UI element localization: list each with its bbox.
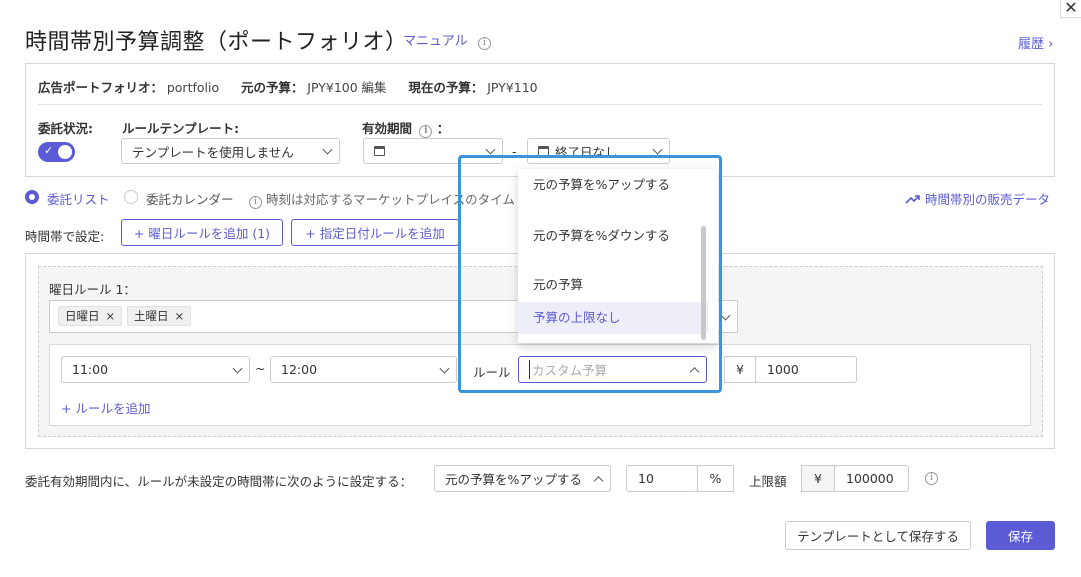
dropdown-option[interactable]: 元の予算 <box>518 276 708 294</box>
end-time-value: 12:00 <box>281 362 318 377</box>
cap-currency-addon: ¥ <box>801 465 835 492</box>
day-chip-label: 土曜日 <box>134 309 169 323</box>
page-title: 時間帯別予算調整（ポートフォリオ） <box>25 30 408 55</box>
list-radio-label[interactable]: 委託リスト <box>47 189 110 208</box>
calendar-icon <box>538 146 549 156</box>
chevron-down-icon <box>232 363 243 374</box>
sales-data-link[interactable]: 時間帯別の販売データ <box>905 189 1050 208</box>
list-radio[interactable] <box>25 190 39 204</box>
template-label: ルールテンプレート: <box>122 121 240 136</box>
info-icon: i <box>925 472 938 485</box>
chevron-up-icon <box>689 366 700 377</box>
start-date-select[interactable] <box>363 138 503 164</box>
template-value: テンプレートを使用しません <box>132 144 294 160</box>
chevron-up-icon <box>593 475 604 486</box>
unset-rule-label: 委託有効期間内に、ルールが未設定の時間帯に次のように設定する： <box>25 474 413 489</box>
trend-icon <box>905 195 920 204</box>
info-icon: i <box>477 37 491 50</box>
calendar-radio-label[interactable]: 委託カレンダー <box>146 189 234 208</box>
delegation-label: 委託状況: <box>38 121 93 136</box>
manual-link[interactable]: マニュアル i <box>403 30 491 50</box>
currency-addon: ¥ <box>724 356 756 383</box>
close-icon[interactable]: ✕ <box>1060 0 1081 18</box>
close-icon[interactable]: × <box>175 309 185 323</box>
rule-type-select[interactable]: カスタム予算 <box>518 356 707 383</box>
info-icon: i <box>419 125 433 138</box>
weekday-rule-title: 曜日ルール 1： <box>49 282 136 297</box>
edit-link[interactable]: 編集 <box>362 80 387 95</box>
amount-input[interactable]: 1000 <box>755 356 857 383</box>
day-chip: 土曜日 × <box>127 306 192 326</box>
portfolio-link[interactable]: portfolio <box>167 80 219 95</box>
cap-input[interactable]: 100000 <box>834 465 909 492</box>
dropdown-option-active[interactable]: 予算の上限なし <box>518 302 708 334</box>
original-budget-value: JPY¥100 <box>307 80 358 95</box>
cap-label: 上限額 <box>749 474 787 489</box>
delegation-toggle[interactable]: ✓ <box>38 142 75 162</box>
summary-row: 広告ポートフォリオ： portfolio 元の予算： JPY¥100 編集 現在… <box>38 77 538 96</box>
history-link[interactable]: 履歴 › <box>1018 33 1053 52</box>
start-time-select[interactable]: 11:00 <box>61 356 250 383</box>
dropdown-option[interactable]: 元の予算を%ダウンする <box>518 227 708 267</box>
period-colon: ： <box>436 121 450 136</box>
dropdown-scrollbar[interactable] <box>701 226 706 340</box>
original-budget-label: 元の予算： <box>240 80 304 95</box>
template-select[interactable]: テンプレートを使用しません <box>121 138 340 164</box>
info-icon: i <box>249 196 262 209</box>
time-setting-label: 時間帯で設定: <box>25 229 105 244</box>
rule-type-placeholder: カスタム予算 <box>529 360 607 379</box>
chevron-down-icon <box>485 144 496 155</box>
chevron-down-icon <box>652 144 663 155</box>
current-budget-label: 現在の予算： <box>408 80 484 95</box>
check-icon: ✓ <box>44 144 54 157</box>
end-time-select[interactable]: 12:00 <box>270 356 457 383</box>
save-button[interactable]: 保存 <box>986 521 1055 550</box>
close-icon[interactable]: × <box>106 309 116 323</box>
chevron-down-icon <box>720 310 731 321</box>
portfolio-label: 広告ポートフォリオ： <box>38 80 164 95</box>
chevron-down-icon <box>322 144 333 155</box>
percent-input[interactable]: 10 <box>626 465 698 492</box>
rule-label: ルール <box>473 365 511 380</box>
divider <box>38 104 1042 105</box>
period-dash: - <box>512 144 517 159</box>
unset-rule-select[interactable]: 元の予算を%アップする <box>434 465 611 492</box>
percent-addon: % <box>697 465 734 492</box>
dropdown-option[interactable]: 元の予算を%アップする <box>518 176 708 216</box>
rule-type-dropdown: 元の予算を%アップする 元の予算を%ダウンする 元の予算 予算の上限なし <box>518 169 718 343</box>
add-weekday-rule-button[interactable]: + 曜日ルールを追加 (1) <box>121 219 283 246</box>
tilde: ~ <box>255 361 266 376</box>
toggle-knob <box>58 145 72 159</box>
unset-rule-value: 元の予算を%アップする <box>445 472 582 487</box>
manual-label: マニュアル <box>403 34 468 49</box>
current-budget-value: JPY¥110 <box>487 80 538 95</box>
calendar-radio[interactable] <box>124 190 138 204</box>
chevron-down-icon <box>439 363 450 374</box>
day-chip: 日曜日 × <box>58 306 123 326</box>
day-chip-label: 日曜日 <box>65 309 100 323</box>
end-date-select[interactable]: 終了日なし <box>527 138 670 164</box>
save-template-button[interactable]: テンプレートとして保存する <box>785 521 971 550</box>
timezone-note-text: 時刻は対応するマーケットプレイスのタイム <box>265 192 515 207</box>
calendar-icon <box>374 146 385 156</box>
settings-panel: 広告ポートフォリオ： portfolio 元の予算： JPY¥100 編集 現在… <box>25 63 1055 177</box>
add-date-rule-button[interactable]: + 指定日付ルールを追加 <box>291 219 459 246</box>
timezone-note: i 時刻は対応するマーケットプレイスのタイム <box>249 189 515 209</box>
sales-data-label: 時間帯別の販売データ <box>924 192 1050 207</box>
end-date-value: 終了日なし <box>555 144 618 160</box>
period-label: 有効期間 <box>362 121 413 136</box>
add-rule-link[interactable]: + ルールを追加 <box>61 398 150 417</box>
period-label-group: 有効期間 i ： <box>362 118 449 138</box>
start-time-value: 11:00 <box>72 362 109 377</box>
